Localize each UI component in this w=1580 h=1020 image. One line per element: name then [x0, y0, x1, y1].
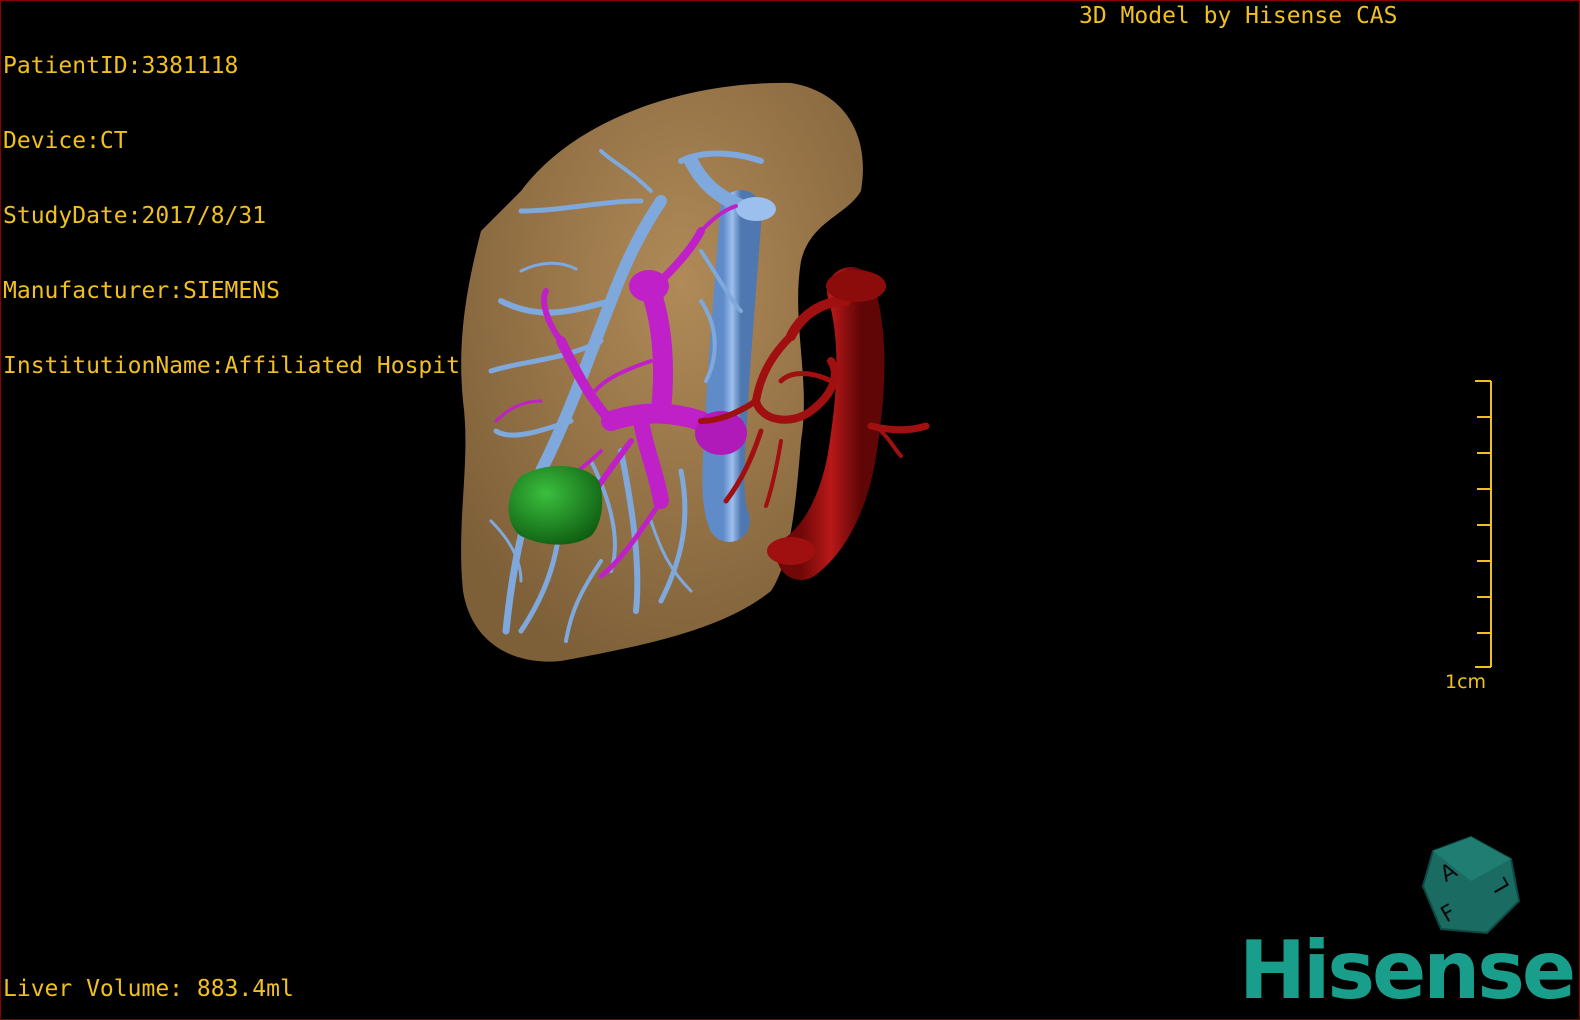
scale-bar: [1475, 380, 1492, 668]
hisense-logo: Hisense: [1239, 924, 1576, 1017]
orientation-cube[interactable]: A F L: [1421, 835, 1521, 935]
ivc-top: [736, 197, 776, 221]
scale-bar-label: 1cm: [1445, 671, 1487, 693]
liver-3d-model[interactable]: A F L: [1, 1, 1579, 1019]
artery-trunk-bottom: [767, 537, 815, 565]
portal-vein-sinus: [629, 270, 669, 302]
liver-volume: Liver Volume: 883.4ml: [3, 976, 294, 1002]
artery-trunk-top: [826, 270, 886, 302]
3d-viewport[interactable]: PatientID:3381118 Device:CT StudyDate:20…: [0, 0, 1580, 1020]
lesion: [508, 465, 603, 545]
